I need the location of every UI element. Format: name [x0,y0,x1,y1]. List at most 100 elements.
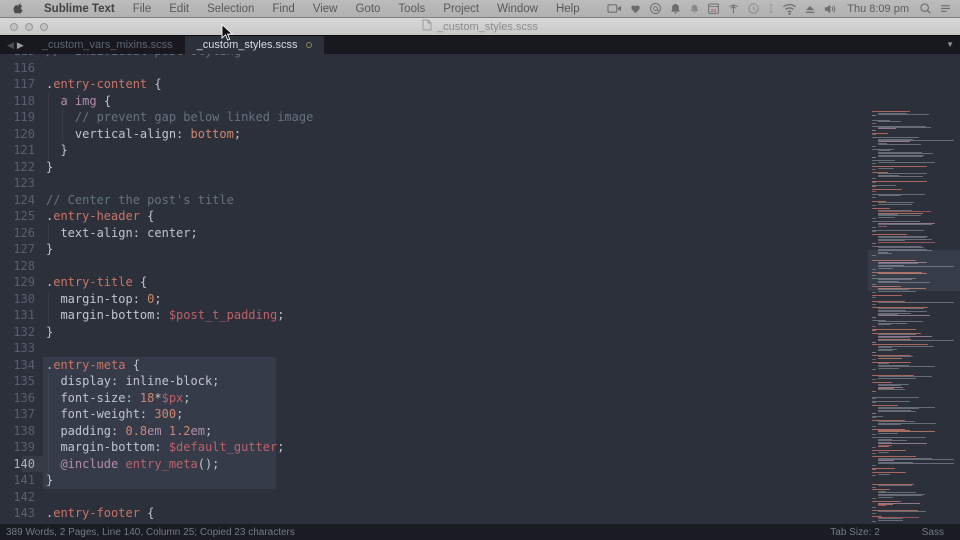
line-code: .entry-title { [46,275,148,289]
code-line-129: 129 .entry-title { [0,274,960,291]
menu-item-tools[interactable]: Tools [389,0,434,18]
minimap-line [872,456,916,458]
bell-small-icon[interactable] [689,3,700,14]
line-number: 139 [13,440,35,454]
line-code: .entry-header { [46,209,155,223]
menu-item-project[interactable]: Project [434,0,488,18]
minimap-line [878,424,901,426]
window-title-bar[interactable]: _custom_styles.scss [0,18,960,36]
at-circle-icon[interactable] [649,2,662,15]
line-code: .entry-footer { [46,506,155,520]
tab-bar: ◀ ▶ _custom_vars_mixins.scss _custom_styl… [0,36,960,54]
code-line-138: 138 padding: 0.8em 1.2em; [0,423,960,440]
screen-record-icon[interactable] [607,2,622,15]
minimap-line [872,292,876,294]
line-code: display: inline-block; [46,374,220,388]
tab-overflow-button[interactable]: ▼ [940,36,960,54]
minimap-line [878,128,896,130]
minimap[interactable] [868,108,960,523]
search-icon[interactable] [919,2,932,15]
close-window-button[interactable] [10,23,18,31]
minimap-line [872,434,876,436]
volume-icon[interactable] [823,3,837,15]
minimap-line [878,113,929,115]
minimap-line [878,203,912,205]
minimap-line [872,498,876,500]
tab-_custom_vars_mixins.scss[interactable]: _custom_vars_mixins.scss [30,36,185,54]
line-number: 125 [13,209,35,223]
eject-icon[interactable] [804,3,816,15]
tab-_custom_styles.scss[interactable]: _custom_styles.scss [184,36,324,54]
minimap-line [872,369,876,371]
code-line-137: 137 font-weight: 300; [0,406,960,423]
minimap-line [872,180,927,182]
minimap-line [878,496,893,498]
heart-icon[interactable] [629,2,642,15]
status-info: 389 Words, 2 Pages, Line 140, Column 25;… [6,526,295,538]
minimap-line [872,358,876,360]
extra-icon[interactable] [767,2,775,15]
line-number: 116 [13,60,35,75]
menu-item-selection[interactable]: Selection [198,0,263,18]
minimap-viewport[interactable] [868,250,960,291]
zoom-window-button[interactable] [40,23,48,31]
line-code: // Center the post's title [46,192,234,207]
calendar-icon[interactable]: 22 [707,2,720,15]
minimap-line [872,196,876,198]
list-icon[interactable] [939,2,952,15]
minimap-line [872,157,876,159]
minimap-line [872,229,924,231]
menu-item-help[interactable]: Help [547,0,589,18]
menu-item-goto[interactable]: Goto [346,0,389,18]
minimap-line [872,296,876,298]
menu-item-view[interactable]: View [304,0,347,18]
clock-icon[interactable] [747,2,760,15]
line-number: 126 [13,225,35,240]
minimap-line [878,389,905,391]
minimap-line [878,324,891,326]
minimap-line [878,144,921,146]
calendar-day: 22 [711,8,717,14]
minimap-line [872,412,876,414]
minimap-line [878,121,901,123]
minimap-line [872,295,902,297]
minimap-line [872,316,876,318]
line-number: 120 [13,126,35,141]
syntax-indicator[interactable]: Sass [922,527,944,538]
line-number: 128 [13,258,35,273]
menu-item-file[interactable]: File [124,0,161,18]
tab-size-indicator[interactable]: Tab Size: 2 [830,527,879,538]
line-number: 132 [13,324,35,339]
menu-item-sublime-text[interactable]: Sublime Text [35,0,124,18]
document-proxy-icon[interactable] [422,18,432,36]
apple-menu-icon[interactable] [0,2,35,16]
minimap-line [872,243,876,244]
antenna-icon[interactable] [727,2,740,15]
minimap-line [872,115,876,117]
minimap-line [872,469,876,471]
nav-forward-icon[interactable]: ▶ [17,36,24,54]
minimap-line [872,177,876,179]
unsaved-dot-icon[interactable] [305,42,312,48]
code-line-121: 121 } [0,142,960,159]
nav-back-icon[interactable]: ◀ [7,36,14,54]
wifi-icon[interactable] [782,3,797,15]
menu-item-window[interactable]: Window [488,0,547,18]
minimap-line [878,485,912,487]
menu-bar-clock[interactable]: Thu 8:09 pm [844,3,912,15]
bell-icon[interactable] [669,2,682,15]
menu-item-find[interactable]: Find [263,0,303,18]
menu-item-edit[interactable]: Edit [160,0,198,18]
line-code: // Individual post styling [46,54,241,60]
minimap-line [872,402,876,404]
code-editor[interactable]: 115// Individual post styling116117.entr… [0,54,960,524]
minimap-line [878,440,907,442]
minimap-line [872,122,876,124]
line-number: 143 [13,506,35,520]
line-number: 121 [13,143,35,157]
line-number: 124 [13,192,35,207]
minimap-line [872,303,876,305]
minimap-line [878,167,894,169]
minimap-line [878,463,954,465]
minimize-window-button[interactable] [25,23,33,31]
